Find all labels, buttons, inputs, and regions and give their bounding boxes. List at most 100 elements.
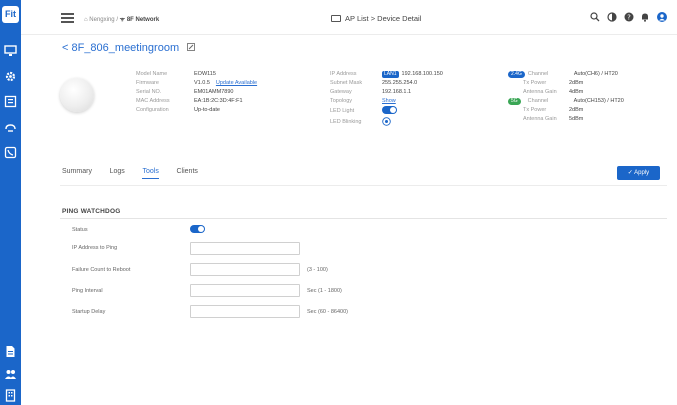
svg-text:?: ? — [627, 14, 631, 22]
failure-count-input[interactable] — [190, 263, 300, 276]
section-divider — [60, 218, 667, 219]
info-label: Tx Power — [523, 80, 547, 86]
radio-info: 2.4G Channel Auto(CH6) / HT20 Tx Power 2dBm… — [508, 70, 624, 124]
info-value: 192.168.100.150 — [401, 71, 443, 77]
status-label: Status — [72, 227, 88, 233]
band-badge-5g: 5G — [508, 98, 521, 105]
info-label: Gateway — [330, 89, 352, 95]
band-badge-24g: 2.4G — [508, 71, 525, 78]
tabs-divider — [60, 185, 667, 186]
app-logo[interactable]: Fit — [2, 6, 19, 23]
info-label: Channel — [527, 71, 549, 77]
info-label: Tx Power — [523, 107, 547, 113]
info-label: LED Light — [330, 108, 355, 114]
info-value: Auto(CH6) / HT20 — [573, 71, 618, 77]
info-row-model: Model Name EOW115 — [136, 70, 257, 79]
failure-count-label: Failure Count to Reboot — [72, 267, 131, 273]
info-label: Antenna Gain — [523, 89, 557, 95]
info-value: Auto(CH153) / HT20 — [573, 98, 624, 104]
top-bar: ⌂ Nengxing / ᯤ 8F Network AP List > Devi… — [21, 0, 677, 35]
startup-delay-hint: Sec (60 - 86400) — [307, 309, 348, 315]
ping-interval-hint: Sec (1 - 1800) — [307, 288, 342, 294]
bell-icon[interactable] — [640, 12, 650, 22]
info-label: Antenna Gain — [523, 116, 557, 122]
ping-interval-input[interactable] — [190, 284, 300, 297]
cloud-icon[interactable] — [4, 121, 17, 134]
ip-to-ping-label: IP Address to Ping — [72, 245, 118, 251]
gear-icon[interactable] — [4, 70, 17, 83]
device-name[interactable]: < 8F_806_meetingroom — [62, 42, 179, 54]
info-value: 255.255.254.0 — [382, 80, 418, 86]
access-point-image — [60, 78, 94, 112]
page-title-text: AP List > Device Detail — [345, 14, 422, 23]
info-label: Topology — [330, 98, 353, 104]
info-value: EM01AMM7890 — [194, 89, 234, 95]
menu-icon[interactable] — [61, 13, 74, 23]
status-toggle[interactable] — [190, 225, 205, 233]
radio-5-antenna: Antenna Gain 5dBm — [508, 115, 624, 124]
page-title: AP List > Device Detail — [331, 14, 421, 23]
users-icon[interactable] — [4, 368, 17, 381]
info-label: Configuration — [136, 107, 169, 113]
info-value: 192.168.1.1 — [382, 89, 412, 95]
radio-5-channel: 5G Channel Auto(CH153) / HT20 — [508, 97, 624, 106]
section-title: PING WATCHDOG — [62, 208, 121, 215]
lan-badge: LAN1 — [382, 71, 399, 78]
startup-delay-input[interactable] — [190, 305, 300, 318]
info-row-firmware: Firmware V1.0.5 Update Available — [136, 79, 257, 88]
info-label: Firmware — [136, 80, 159, 86]
ping-interval-label: Ping Interval — [72, 288, 103, 294]
detail-tabs: Summary Logs Tools Clients — [62, 168, 214, 182]
breadcrumb-org[interactable]: Nengxing — [89, 17, 114, 23]
sidebar: Fit — [0, 0, 21, 405]
info-value: Up-to-date — [194, 107, 220, 113]
monitor-icon[interactable] — [4, 44, 17, 57]
topology-show-link[interactable]: Show — [382, 97, 396, 106]
info-label: Channel — [527, 98, 549, 104]
info-value: V1.0.5 — [194, 80, 210, 86]
info-row-ip: IP Address LAN1 192.168.100.150 — [330, 70, 443, 79]
edit-icon[interactable] — [187, 42, 196, 51]
radio-24-channel: 2.4G Channel Auto(CH6) / HT20 — [508, 70, 624, 79]
tab-tools[interactable]: Tools — [142, 168, 159, 179]
info-value: EOW115 — [194, 71, 216, 77]
search-icon[interactable] — [590, 12, 600, 22]
info-row-subnet: Subnet Mask 255.255.254.0 — [330, 79, 443, 88]
wifi-icon: ᯤ — [119, 17, 126, 23]
help-icon[interactable]: ? — [624, 12, 634, 22]
device-info-left: Model Name EOW115 Firmware V1.0.5 Update Av… — [136, 70, 257, 115]
info-value: 2dBm — [569, 107, 584, 113]
led-blink-icon[interactable] — [382, 117, 391, 126]
top-actions: ? — [585, 12, 667, 22]
document-icon[interactable] — [4, 345, 17, 358]
info-value: 2dBm — [569, 80, 584, 86]
report-icon[interactable] — [4, 95, 17, 108]
led-light-toggle[interactable] — [382, 106, 397, 115]
monitor-icon — [331, 15, 341, 22]
breadcrumb-site[interactable]: 8F Network — [127, 17, 159, 23]
info-label: Model Name — [136, 71, 168, 77]
info-label: LED Blinking — [330, 119, 362, 126]
breadcrumb: ⌂ Nengxing / ᯤ 8F Network — [84, 15, 159, 23]
user-avatar[interactable] — [657, 12, 667, 22]
theme-icon[interactable] — [607, 12, 617, 22]
info-row-gateway: Gateway 192.168.1.1 — [330, 88, 443, 97]
info-value: 5dBm — [569, 116, 584, 122]
tab-logs[interactable]: Logs — [110, 168, 125, 178]
info-value: 4dBm — [569, 89, 584, 95]
update-available-link[interactable]: Update Available — [216, 79, 257, 88]
device-info-middle: IP Address LAN1 192.168.100.150 Subnet Mas… — [330, 70, 443, 128]
info-label: Serial NO. — [136, 89, 162, 95]
apply-button[interactable]: ✓ Apply — [617, 166, 660, 180]
info-row-configuration: Configuration Up-to-date — [136, 106, 257, 115]
tab-summary[interactable]: Summary — [62, 168, 92, 178]
tab-clients[interactable]: Clients — [177, 168, 198, 178]
info-row-topology: Topology Show — [330, 97, 443, 106]
info-row-led-blinking: LED Blinking — [330, 117, 443, 128]
radio-24-txpower: Tx Power 2dBm — [508, 79, 624, 88]
startup-delay-label: Startup Delay — [72, 309, 106, 315]
ip-to-ping-input[interactable] — [190, 242, 300, 255]
building-icon[interactable] — [4, 389, 17, 402]
phone-icon[interactable] — [4, 146, 17, 159]
device-header: < 8F_806_meetingroom — [62, 42, 196, 54]
